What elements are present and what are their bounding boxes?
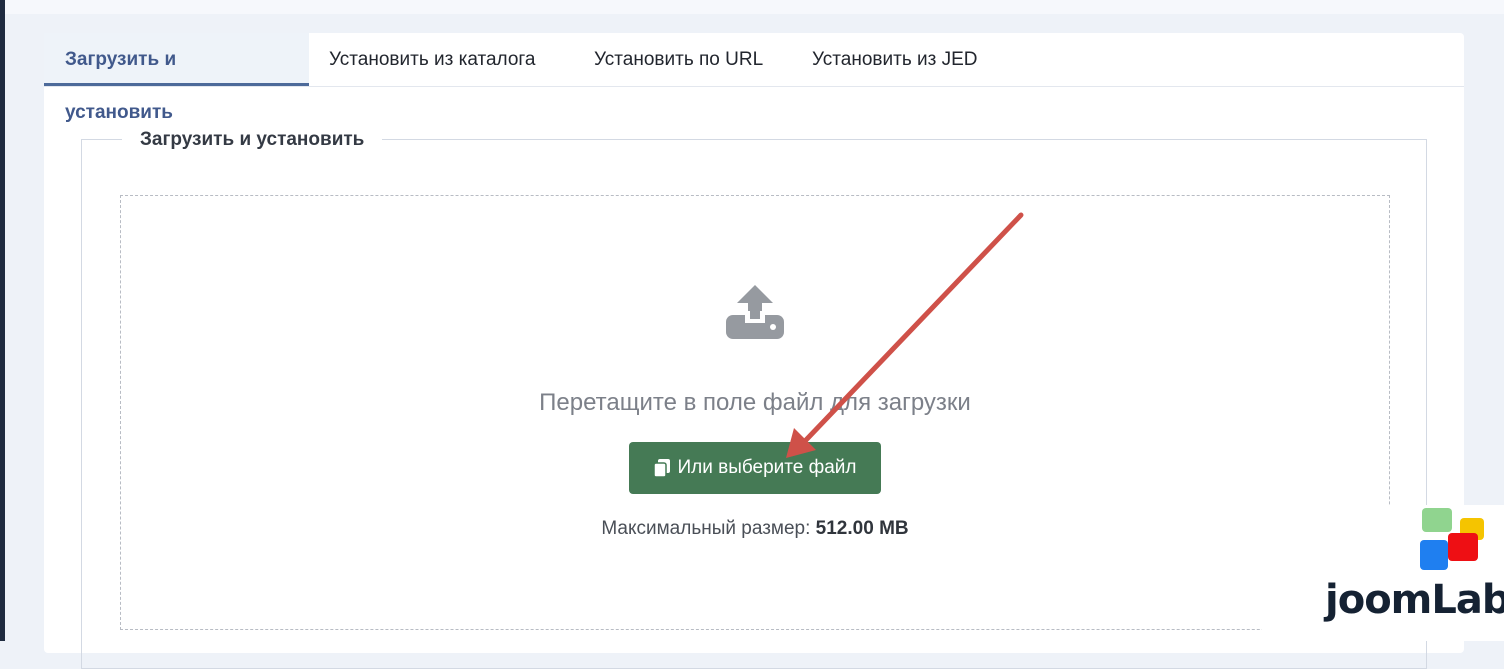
sidebar-edge xyxy=(0,0,5,641)
tab-install-from-jed[interactable]: Установить из JED xyxy=(792,33,1012,86)
max-size-label: Максимальный размер: xyxy=(601,518,811,539)
upload-fieldset: Загрузить и установить Перетащите в поле… xyxy=(81,127,1427,669)
file-dropzone[interactable]: Перетащите в поле файл для загрузки Или … xyxy=(120,195,1390,630)
choose-file-label: Или выберите файл xyxy=(677,457,857,478)
fieldset-legend: Загрузить и установить xyxy=(122,127,383,153)
upload-icon xyxy=(726,285,784,339)
top-strip xyxy=(5,0,1504,14)
copy-icon xyxy=(653,459,671,478)
tab-upload-install[interactable]: Загрузить и установить xyxy=(44,33,309,123)
tab-install-from-url[interactable]: Установить по URL xyxy=(574,33,792,86)
choose-file-button[interactable]: Или выберите файл xyxy=(629,442,881,494)
installer-card: Загрузить и установить Установить из кат… xyxy=(44,33,1464,669)
drop-instruction: Перетащите в поле файл для загрузки xyxy=(539,389,971,416)
joomlab-logo-icon xyxy=(1420,508,1484,570)
joomlab-logo-text: joomLab xyxy=(1325,577,1504,623)
tab-bar: Загрузить и установить Установить из кат… xyxy=(44,33,1464,123)
tab-install-from-catalog[interactable]: Установить из каталога xyxy=(309,33,574,86)
max-size-value: 512.00 MB xyxy=(815,518,909,539)
max-size-info: Максимальный размер: 512.00 MB xyxy=(121,518,1389,540)
